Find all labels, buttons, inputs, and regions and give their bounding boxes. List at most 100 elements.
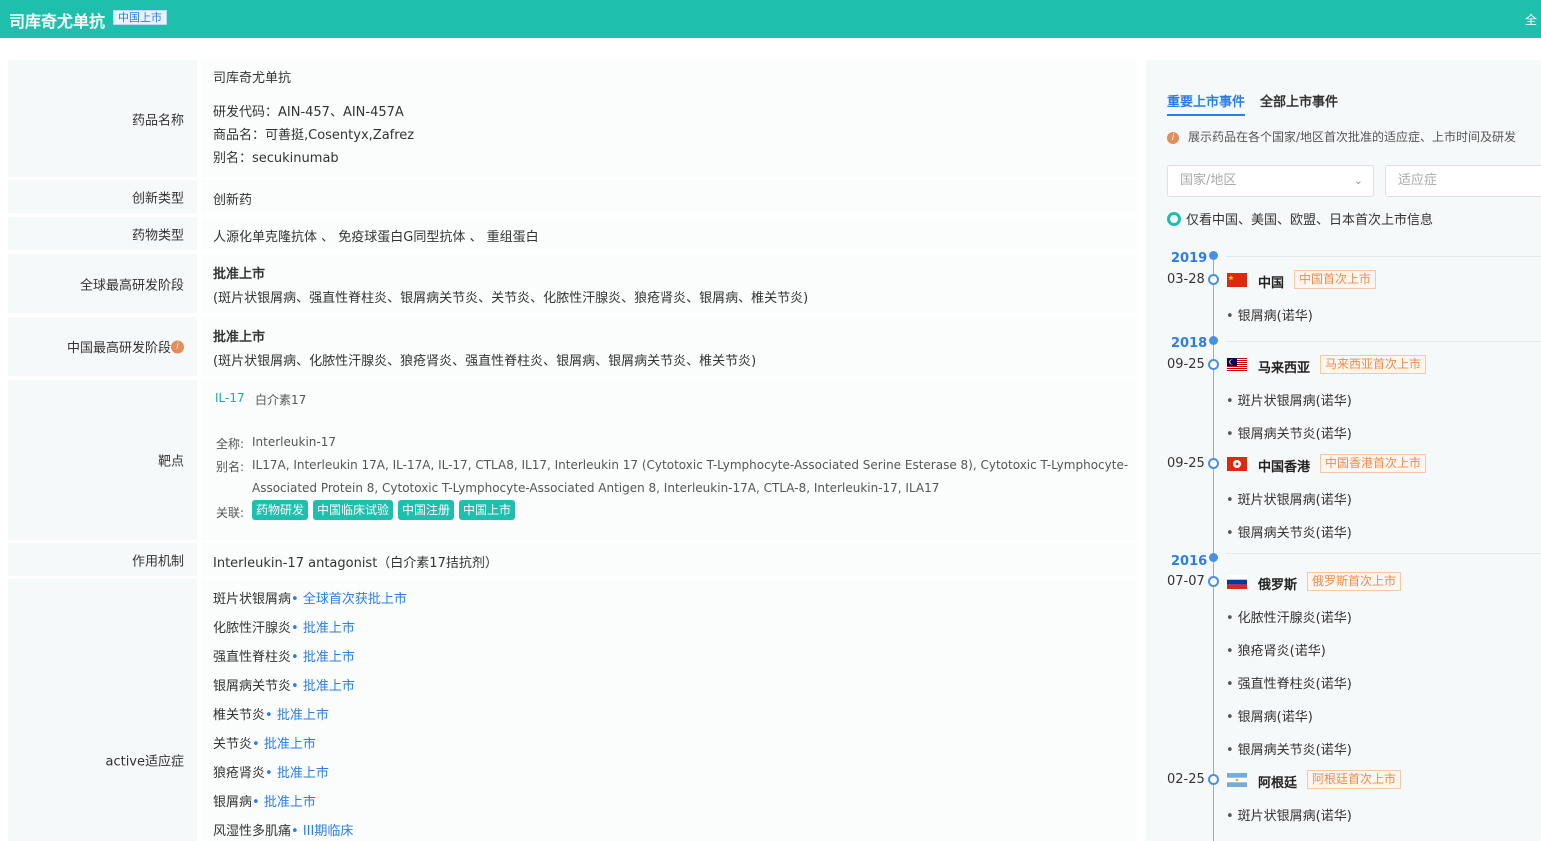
indication-name: 银屑病 [213, 795, 253, 810]
tag-china-trials[interactable]: 中国临床试验 [313, 500, 394, 520]
timeline-date-dot [1208, 774, 1219, 785]
timeline-indication: 银屑病关节炎(诺华) [1226, 522, 1352, 541]
china-flag-icon [1227, 273, 1247, 287]
region-select[interactable]: 国家/地区 ⌄ [1167, 165, 1374, 197]
indication-item: 银屑病• 批准上市 [213, 791, 316, 810]
tag-china-market[interactable]: 中国上市 [459, 500, 516, 520]
indication-name: 强直性脊柱炎 [213, 650, 292, 665]
status-badge: 中国上市 [113, 10, 167, 25]
indication-status-link[interactable]: • III期临床 [291, 824, 353, 839]
indication-status-link[interactable]: • 批准上市 [291, 679, 355, 694]
indication-status-link[interactable]: • 批准上市 [252, 737, 316, 752]
timeline-country: 中国香港 [1258, 460, 1311, 475]
timeline-date: 09-25 [1167, 456, 1205, 471]
target-alias-line2: Associated Protein 8, Cytotoxic T-Lympho… [252, 481, 940, 495]
region-select-placeholder: 国家/地区 [1180, 173, 1237, 188]
russia-flag-icon [1227, 575, 1247, 589]
row-drug-name: 药品名称 司库奇尤单抗 研发代码：AIN-457、AIN-457A 商品名：可善… [8, 60, 1136, 177]
indication-item: 风湿性多肌痛• III期临床 [213, 820, 353, 839]
indication-item: 狼疮肾炎• 批准上市 [213, 762, 329, 781]
first-launch-tag: 马来西亚首次上市 [1320, 355, 1427, 374]
tab-all-events[interactable]: 全部上市事件 [1260, 91, 1338, 110]
indication-select[interactable]: 适应症 [1385, 165, 1541, 197]
timeline-date-dot [1208, 274, 1219, 285]
innovation-value: 创新药 [213, 193, 253, 208]
indication-name: 化脓性汗腺炎 [213, 621, 292, 636]
drug-codes: 研发代码：AIN-457、AIN-457A [213, 105, 404, 120]
first-launch-tag: 中国首次上市 [1294, 270, 1377, 289]
row-mechanism: 作用机制 Interleukin-17 antagonist（白介素17拮抗剂） [8, 543, 1136, 576]
target-full-label: 全称: [216, 437, 245, 451]
timeline-indication: 银屑病关节炎(诺华) [1226, 423, 1352, 442]
china-stage-detail: (斑片状银屑病、化脓性汗腺炎、狼疮肾炎、强直性脊柱炎、银屑病、银屑病关节炎、椎关… [213, 354, 757, 369]
timeline-year: 2019 [1171, 251, 1208, 266]
indication-status-link[interactable]: • 全球首次获批上市 [291, 592, 407, 607]
malaysia-flag-icon [1227, 358, 1247, 372]
label-mechanism: 作用机制 [131, 554, 184, 569]
radio-icon [1167, 212, 1181, 226]
timeline-indication: 银屑病(诺华) [1226, 305, 1313, 324]
timeline-date: 03-28 [1167, 272, 1205, 287]
timeline-year-dot [1209, 553, 1218, 562]
tag-china-registration[interactable]: 中国注册 [398, 500, 455, 520]
indication-status-link[interactable]: • 批准上市 [291, 650, 355, 665]
drug-trade-names: 商品名：可善挺,Cosentyx,Zafrez [213, 128, 415, 143]
timeline-country: 俄罗斯 [1258, 578, 1298, 593]
page-title: 司库奇尤单抗 [9, 12, 106, 31]
timeline-date-dot [1208, 359, 1219, 370]
timeline-divider [1226, 256, 1541, 257]
timeline-year-dot [1209, 251, 1218, 260]
filter-major-markets-radio[interactable]: 仅看中国、美国、欧盟、日本首次上市信息 [1167, 209, 1433, 228]
related-tags: 药物研发 中国临床试验 中国注册 中国上市 [252, 500, 520, 520]
label-target: 靶点 [157, 454, 184, 470]
timeline-divider [1226, 553, 1541, 554]
timeline-indication: 银屑病关节炎(诺华) [1226, 739, 1352, 758]
indication-item: 关节炎• 批准上市 [213, 733, 316, 752]
indication-status-link[interactable]: • 批准上市 [252, 795, 316, 810]
row-china-stage: 中国最高研发阶段 i 批准上市 (斑片状银屑病、化脓性汗腺炎、狼疮肾炎、强直性脊柱… [8, 317, 1136, 376]
info-icon[interactable]: i [171, 340, 184, 353]
target-code-link[interactable]: IL-17 [215, 391, 245, 405]
timeline-year: 2016 [1171, 554, 1208, 569]
panel-note-text: 展示药品在各个国家/地区首次批准的适应症、上市时间及研发 [1188, 130, 1517, 144]
header-right-link[interactable]: 全 [1525, 11, 1537, 28]
row-target: 靶点 IL-17 白介素17 全称: Interleukin-17 别名: IL… [8, 380, 1136, 540]
timeline-year: 2018 [1171, 336, 1208, 351]
indication-item: 强直性脊柱炎• 批准上市 [213, 646, 355, 665]
indication-select-placeholder: 适应症 [1398, 173, 1438, 188]
indication-name: 狼疮肾炎 [213, 766, 266, 781]
timeline-indication: 狼疮肾炎(诺华) [1226, 640, 1326, 659]
argentina-flag-icon [1227, 773, 1247, 787]
indication-status-link[interactable]: • 批准上市 [265, 766, 329, 781]
label-drug-name: 药品名称 [131, 113, 184, 128]
timeline-indication: 斑片状银屑病(诺华) [1226, 489, 1352, 508]
row-global-stage: 全球最高研发阶段 批准上市 (斑片状银屑病、强直性脊柱炎、银屑病关节炎、关节炎、… [8, 254, 1136, 313]
first-launch-tag: 中国香港首次上市 [1320, 454, 1427, 473]
timeline-date-dot [1208, 576, 1219, 587]
indication-item: 化脓性汗腺炎• 批准上市 [213, 617, 355, 636]
indication-status-link[interactable]: • 批准上市 [265, 708, 329, 723]
market-events-panel: 重要上市事件 全部上市事件 i 展示药品在各个国家/地区首次批准的适应症、上市时间… [1146, 60, 1541, 841]
timeline-country: 中国 [1258, 276, 1285, 291]
target-related-label: 关联: [216, 506, 245, 520]
timeline-indication: 强直性脊柱炎(诺华) [1226, 673, 1352, 692]
label-indications: active适应症 [105, 754, 184, 770]
timeline-country: 阿根廷 [1258, 776, 1298, 791]
indication-item: 斑片状银屑病• 全球首次获批上市 [213, 588, 407, 607]
target-alias-line1: IL17A, Interleukin 17A, IL-17A, IL-17, C… [252, 458, 1129, 472]
tag-drug-rd[interactable]: 药物研发 [252, 500, 309, 520]
panel-note: i 展示药品在各个国家/地区首次批准的适应症、上市时间及研发 [1167, 128, 1516, 145]
radio-label: 仅看中国、美国、欧盟、日本首次上市信息 [1186, 213, 1434, 228]
label-drug-type: 药物类型 [131, 228, 184, 243]
tab-key-events[interactable]: 重要上市事件 [1167, 91, 1245, 110]
indication-status-link[interactable]: • 批准上市 [291, 621, 355, 636]
drug-detail-table: 药品名称 司库奇尤单抗 研发代码：AIN-457、AIN-457A 商品名：可善… [8, 60, 1136, 841]
chevron-down-icon: ⌄ [1353, 174, 1363, 187]
first-launch-tag: 俄罗斯首次上市 [1307, 572, 1402, 591]
label-innovation: 创新类型 [131, 191, 184, 206]
drug-alias: 别名：secukinumab [213, 151, 339, 166]
indication-name: 斑片状银屑病 [213, 592, 292, 607]
indication-name: 关节炎 [213, 737, 253, 752]
row-innovation: 创新类型 创新药 [8, 180, 1136, 213]
row-indications: active适应症 斑片状银屑病• 全球首次获批上市 化脓性汗腺炎• 批准上市 … [8, 579, 1136, 841]
